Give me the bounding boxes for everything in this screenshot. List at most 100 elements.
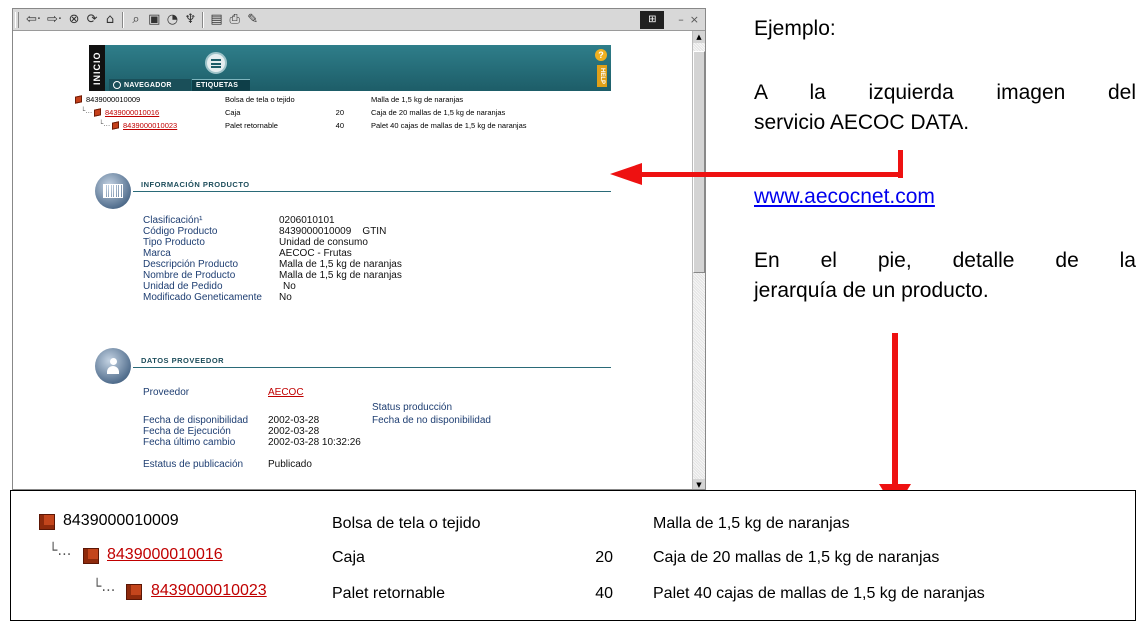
field-value: No: [283, 281, 296, 292]
search-icon[interactable]: ⌕: [128, 11, 144, 29]
detail-code: 8439000010009: [63, 512, 179, 529]
field-label: Status producción: [372, 402, 453, 413]
windows-logo-icon: ⊞: [640, 10, 665, 29]
product-cube-icon: [39, 514, 55, 530]
detail-code-link[interactable]: 8439000010023: [151, 582, 267, 600]
stop-icon[interactable]: ⊗: [66, 11, 82, 29]
side-ejemplo: Ejemplo:: [754, 17, 836, 40]
detail-row: └… 8439000010023 Palet retornable 40 Pal…: [11, 579, 1131, 605]
product-cube-icon: [94, 108, 101, 117]
tab-etiquetas-label: ETIQUETAS: [196, 82, 239, 89]
channels-icon[interactable]: ♆: [182, 11, 198, 29]
tree-code-link[interactable]: 8439000010016: [105, 108, 159, 117]
field-value: AECOC - Frutas: [279, 248, 352, 259]
refresh-icon[interactable]: ⟳: [84, 11, 100, 29]
tree-long: Malla de 1,5 kg de naranjas: [371, 95, 464, 104]
tree-branch-icon: └…: [93, 579, 116, 595]
field-label: Modificado Geneticamente: [143, 292, 262, 303]
detail-qty: 20: [595, 549, 613, 566]
field-label: Unidad de Pedido: [143, 281, 223, 292]
tree-code-link[interactable]: 8439000010023: [123, 121, 177, 130]
field-label: Código Producto: [143, 226, 218, 237]
detail-qty: 40: [595, 585, 613, 602]
edit-icon[interactable]: ✎: [245, 11, 261, 29]
minimize-icon[interactable]: –: [678, 13, 684, 26]
side-line4: jerarquía de un producto.: [754, 279, 989, 302]
field-value: 8439000010009 GTIN: [279, 226, 387, 237]
field-label: Tipo Producto: [143, 237, 205, 248]
tab-navegador[interactable]: NAVEGADOR: [109, 79, 191, 91]
help-question-icon[interactable]: ?: [595, 49, 607, 61]
barcode-icon: [95, 173, 131, 209]
tree-row: └… 8439000010016 Caja 20 Caja de 20 mall…: [75, 107, 635, 118]
field-label: Fecha último cambio: [143, 437, 236, 448]
tree-qty: 40: [335, 121, 344, 130]
field-label: Descripción Producto: [143, 259, 239, 270]
close-icon[interactable]: ×: [690, 13, 699, 26]
detail-desc: Bolsa de tela o tejido: [332, 515, 481, 532]
scroll-thumb[interactable]: [693, 51, 705, 273]
back-arrow-icon[interactable]: ⇦·: [24, 11, 43, 29]
product-hierarchy-detail: 8439000010009 Bolsa de tela o tejido Mal…: [10, 490, 1136, 621]
field-value: Unidad de consumo: [279, 237, 368, 248]
header-banner: INICIO NAVEGADOR ETIQUETAS ? HELP: [89, 45, 611, 91]
field-value: Malla de 1,5 kg de naranjas: [279, 270, 402, 281]
favorites-icon[interactable]: ▣: [146, 11, 162, 29]
fullscreen-icon[interactable]: ▤: [208, 11, 224, 29]
scroll-down-icon[interactable]: ▼: [693, 479, 705, 489]
page-content: INICIO NAVEGADOR ETIQUETAS ? HELP 843900…: [13, 32, 694, 489]
browser-toolbar: ⇦· ⇨· ⊗ ⟳ ⌂ ⌕ ▣ ◔ ♆ ▤ ⎙ ✎ ⊞ – ×: [13, 9, 705, 31]
field-label: Estatus de publicación: [143, 459, 244, 470]
inicio-button[interactable]: INICIO: [89, 45, 105, 91]
tree-desc: Caja: [225, 108, 241, 117]
home-icon[interactable]: ⌂: [102, 11, 118, 29]
field-value: Publicado: [268, 459, 312, 470]
detail-row: 8439000010009 Bolsa de tela o tejido Mal…: [11, 511, 1131, 535]
scroll-up-icon[interactable]: ▲: [693, 31, 705, 43]
proveedor-link[interactable]: AECOC: [268, 387, 304, 398]
field-value: No: [279, 292, 292, 303]
tab-etiquetas[interactable]: ETIQUETAS: [192, 79, 250, 91]
detail-code-link[interactable]: 8439000010016: [107, 546, 223, 564]
tree-code: 8439000010009: [86, 95, 141, 104]
vertical-scrollbar[interactable]: ▲ ▼: [692, 31, 705, 489]
section-divider: [133, 191, 611, 192]
field-value: Malla de 1,5 kg de naranjas: [279, 259, 402, 270]
producto-fields: Clasificación¹ 0206010101 Código Product…: [143, 215, 563, 330]
field-label: Clasificación¹: [143, 215, 203, 226]
detail-desc: Caja: [332, 549, 365, 566]
side-line1: A la izquierda imagen del: [754, 81, 1136, 104]
aecoc-logo-icon: [205, 52, 227, 74]
aecocnet-link[interactable]: www.aecocnet.com: [754, 185, 935, 209]
toolbar-grip[interactable]: [15, 11, 19, 28]
tree-branch-icon: └…: [81, 107, 93, 115]
tree-long: Caja de 20 mallas de 1,5 kg de naranjas: [371, 108, 506, 117]
product-cube-icon: [75, 95, 82, 104]
history-icon[interactable]: ◔: [164, 11, 180, 29]
field-value: 2002-03-28 10:32:26: [268, 437, 361, 448]
print-icon[interactable]: ⎙: [227, 11, 243, 29]
arrow-shaft-horizontal: [640, 172, 903, 177]
section-divider: [133, 367, 611, 368]
tree-desc: Bolsa de tela o tejido: [225, 95, 295, 104]
tree-row: └… 8439000010023 Palet retornable 40 Pal…: [75, 120, 635, 131]
detail-long: Palet 40 cajas de mallas de 1,5 kg de na…: [653, 585, 985, 602]
browser-window: ⇦· ⇨· ⊗ ⟳ ⌂ ⌕ ▣ ◔ ♆ ▤ ⎙ ✎ ⊞ – × INICIO N…: [12, 8, 706, 490]
arrow-head-left-icon: [610, 163, 642, 185]
field-label: Marca: [143, 248, 171, 259]
toolbar-separator: [122, 11, 125, 28]
arrow-shaft-down: [892, 333, 898, 488]
tree-row: 8439000010009 Bolsa de tela o tejido Mal…: [75, 95, 635, 105]
field-value: 2002-03-28: [268, 415, 320, 426]
field-label: Proveedor: [143, 387, 190, 398]
detail-row: └… 8439000010016 Caja 20 Caja de 20 mall…: [11, 543, 1131, 569]
tree-branch-icon: └…: [49, 543, 72, 559]
side-line2: servicio AECOC DATA.: [754, 111, 970, 134]
tree-desc: Palet retornable: [225, 121, 278, 130]
product-cube-icon: [126, 584, 142, 600]
product-cube-icon: [83, 548, 99, 564]
forward-arrow-icon[interactable]: ⇨·: [45, 11, 64, 29]
section-title-proveedor: DATOS PROVEEDOR: [141, 356, 225, 365]
section-title-producto: INFORMACIÓN PRODUCTO: [141, 180, 250, 189]
help-button[interactable]: HELP: [597, 65, 607, 87]
